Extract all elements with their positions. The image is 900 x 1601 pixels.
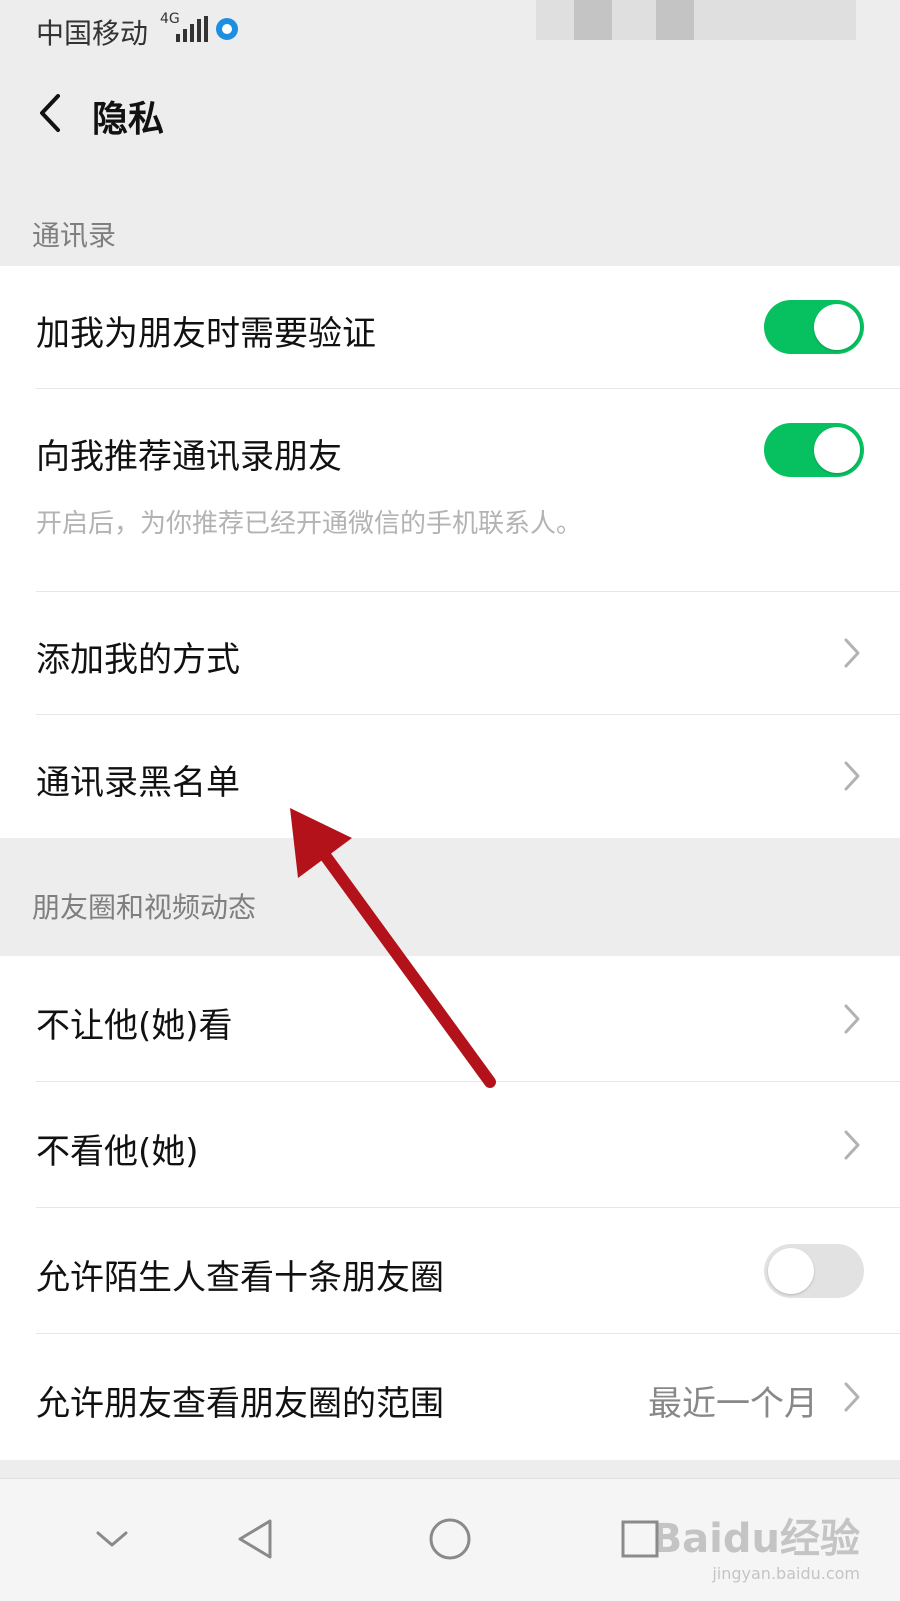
chevron-right-icon [844,1130,860,1160]
setting-hide-my-posts[interactable]: 不让他(她)看 [0,956,900,1081]
setting-label: 加我为朋友时需要验证 [36,314,376,354]
setting-description: 开启后，为你推荐已经开通微信的手机联系人。 [36,509,583,539]
section-header-contacts: 通讯录 [32,219,117,252]
status-bar: 中国移动 4G [0,0,900,62]
system-navigation-bar: Baidu经验 jingyan.baidu.com [0,1478,900,1601]
setting-label: 允许朋友查看朋友圈的范围 [36,1384,444,1424]
setting-friend-verification[interactable]: 加我为朋友时需要验证 [0,266,900,388]
title-bar: 隐私 [0,62,900,166]
setting-friends-view-range[interactable]: 允许朋友查看朋友圈的范围 最近一个月 [0,1334,900,1460]
strangers-view-toggle[interactable] [764,1244,864,1298]
page-title: 隐私 [92,99,165,140]
chevron-right-icon [844,638,860,668]
browser-notification-icon [216,18,238,40]
setting-label: 不让他(她)看 [36,1006,233,1046]
chevron-right-icon [844,761,860,791]
signal-icon [176,16,208,42]
watermark-logo: Baidu经验 [651,1516,860,1562]
setting-label: 添加我的方式 [36,640,240,680]
baidu-jingyan-watermark: Baidu经验 jingyan.baidu.com [652,1506,860,1583]
setting-hide-their-posts[interactable]: 不看他(她) [0,1082,900,1207]
setting-ways-to-add-me[interactable]: 添加我的方式 [0,592,900,714]
contacts-settings-group: 加我为朋友时需要验证 向我推荐通讯录朋友 开启后，为你推荐已经开通微信的手机联系… [0,266,900,838]
setting-value: 最近一个月 [648,1384,818,1424]
home-circle-icon[interactable] [420,1509,480,1569]
setting-contacts-blacklist[interactable]: 通讯录黑名单 [0,715,900,838]
blurred-status-icons-dark-2 [656,0,694,40]
chevron-down-icon[interactable] [82,1509,142,1569]
friend-verification-toggle[interactable] [764,300,864,354]
setting-label: 通讯录黑名单 [36,763,240,803]
carrier-name: 中国移动 [36,17,149,50]
section-header-moments: 朋友圈和视频动态 [32,891,257,924]
setting-label: 不看他(她) [36,1132,199,1172]
watermark-url: jingyan.baidu.com [712,1564,860,1583]
chevron-right-icon [844,1382,860,1412]
back-triangle-icon[interactable] [228,1509,288,1569]
setting-label: 允许陌生人查看十条朋友圈 [36,1258,444,1298]
setting-recommend-contacts[interactable]: 向我推荐通讯录朋友 开启后，为你推荐已经开通微信的手机联系人。 [0,389,900,591]
setting-strangers-view-ten-posts[interactable]: 允许陌生人查看十条朋友圈 [0,1208,900,1333]
back-arrow-icon[interactable] [28,88,78,138]
recommend-contacts-toggle[interactable] [764,423,864,477]
moments-settings-group: 不让他(她)看 不看他(她) 允许陌生人查看十条朋友圈 允许朋友查看朋友圈的范围… [0,956,900,1460]
blurred-status-icons-dark [574,0,612,40]
chevron-right-icon [844,1004,860,1034]
setting-label: 向我推荐通讯录朋友 [36,437,342,477]
